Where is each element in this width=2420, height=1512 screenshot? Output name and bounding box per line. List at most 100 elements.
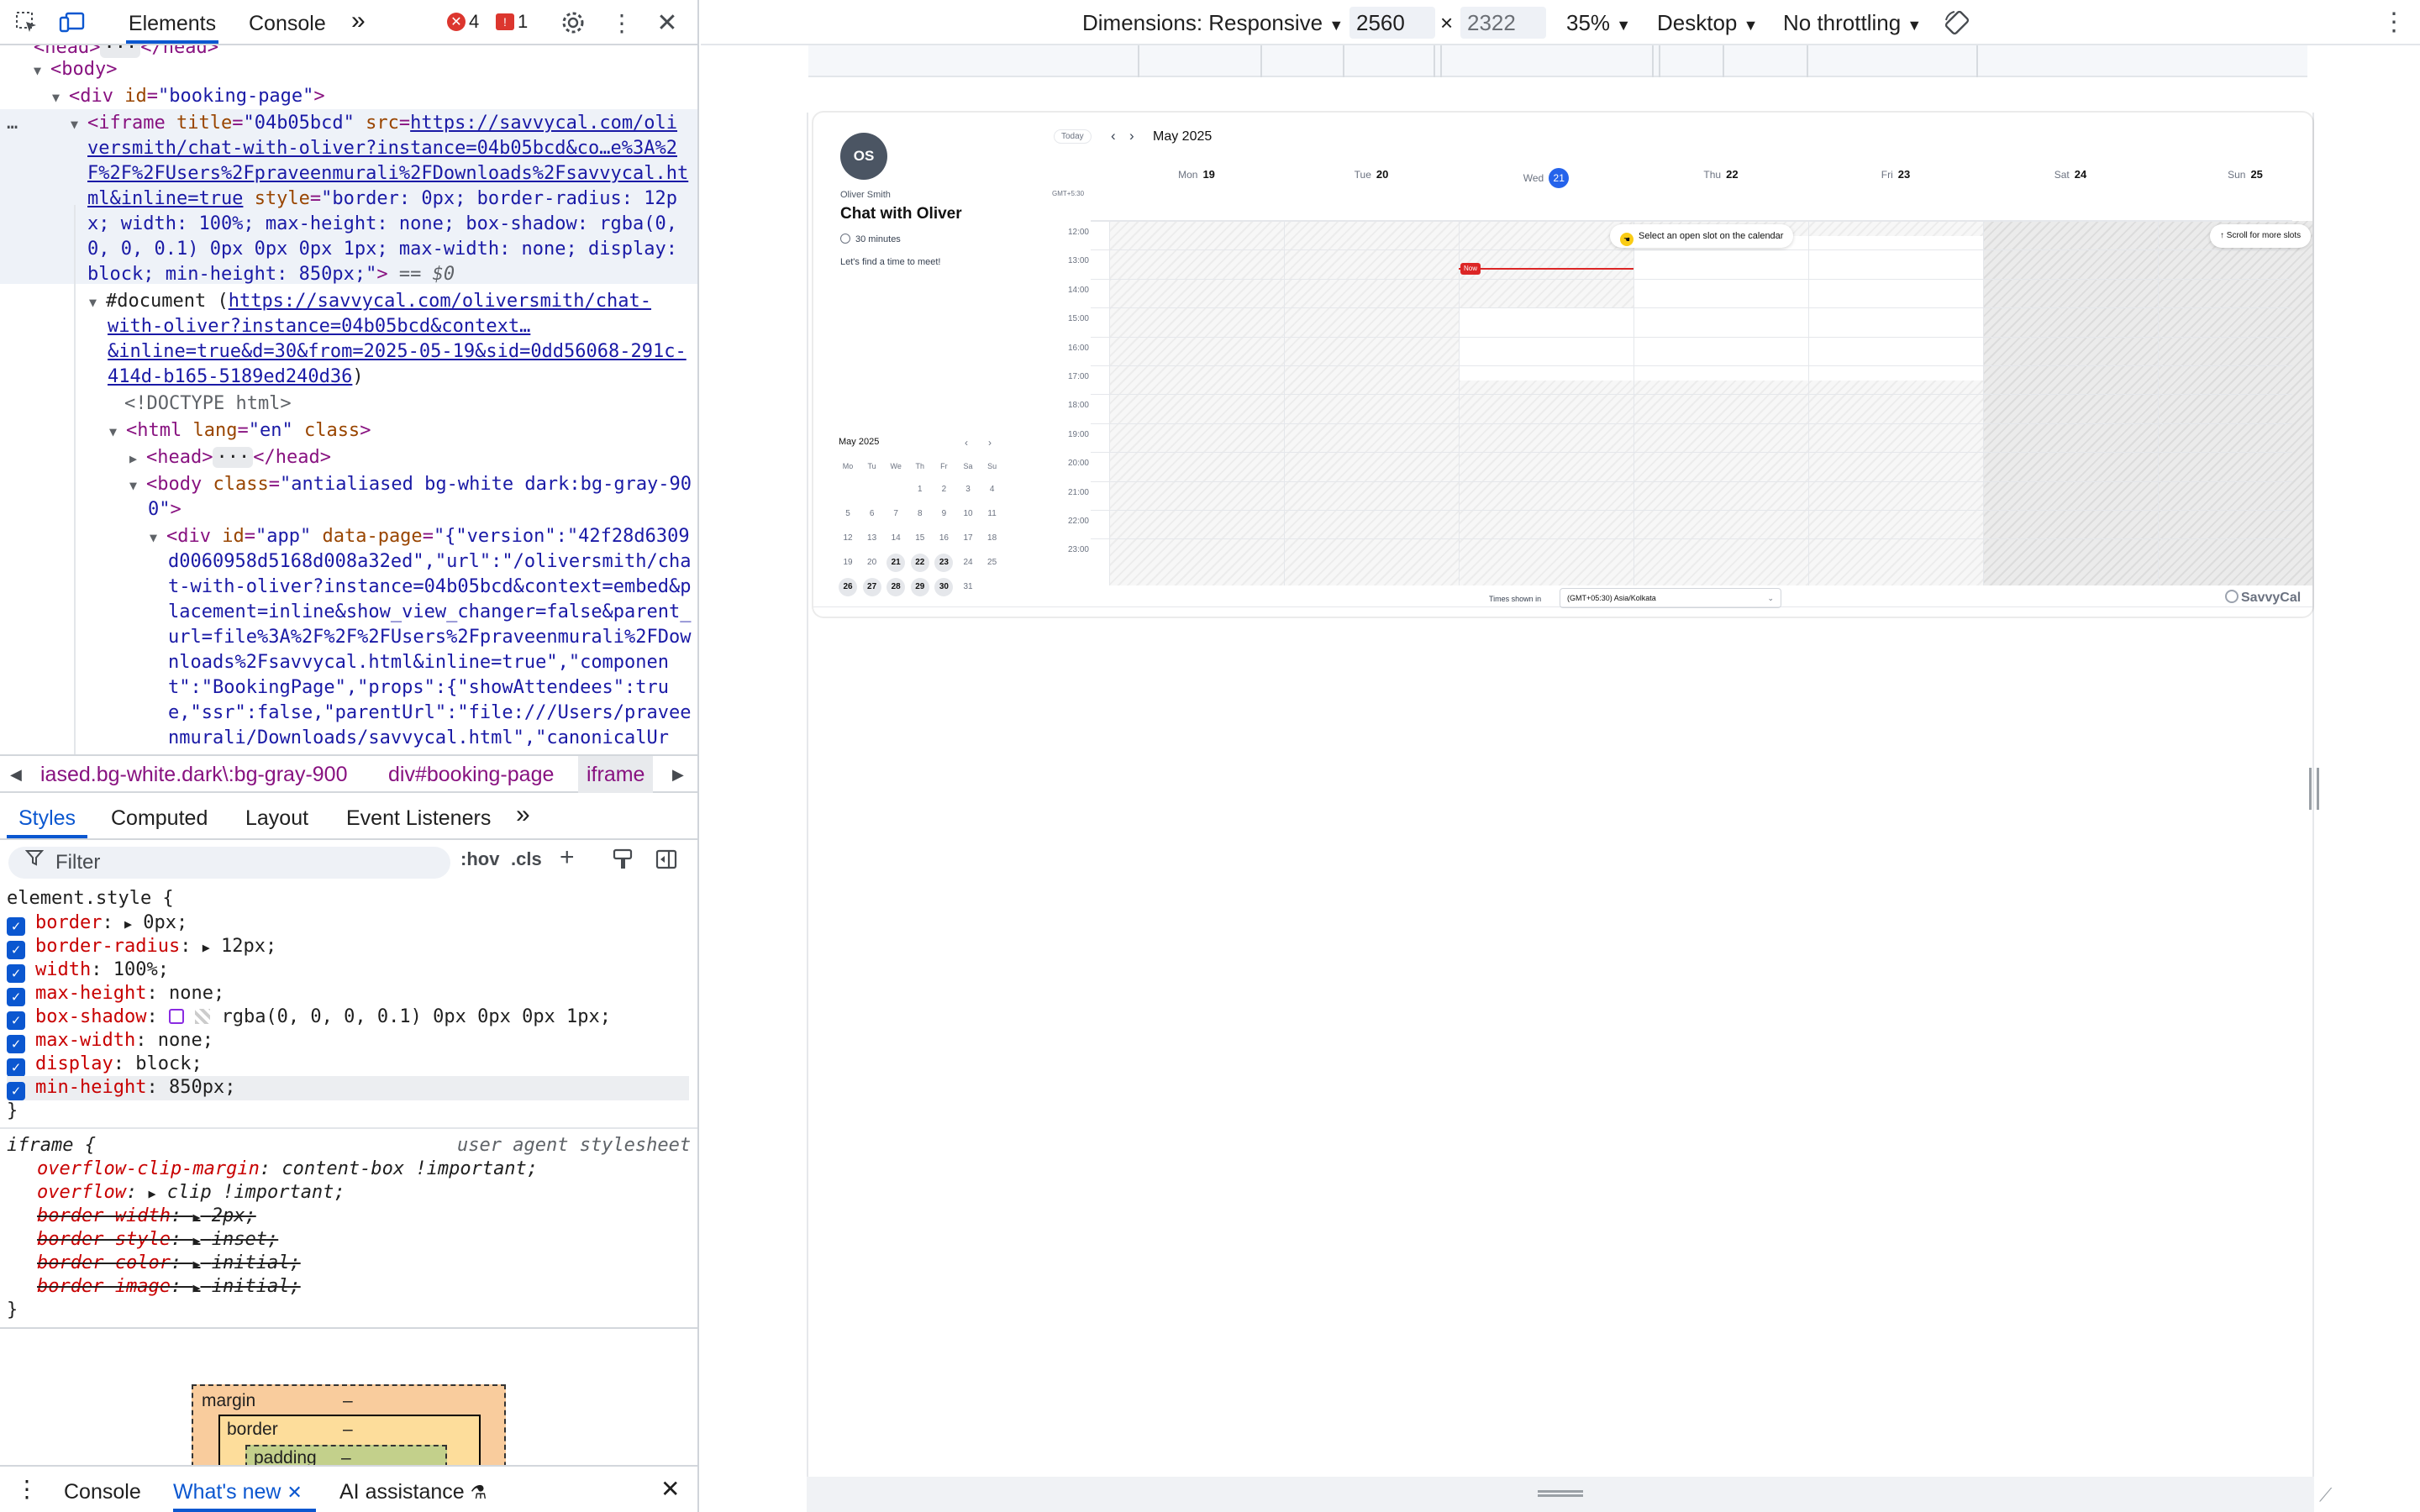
mini-day-26[interactable]: 26 bbox=[839, 578, 857, 596]
rotate-icon[interactable] bbox=[1943, 0, 1971, 45]
style-rule-border[interactable]: ✓ border: ▶ 0px; bbox=[7, 911, 187, 936]
calendar-grid[interactable]: 12:00 13:00 14:00 15:00 16:00 17:00 18:00 19:00… bbox=[1068, 220, 2312, 585]
style-rule-max-height[interactable]: ✓ max-height: none; bbox=[7, 982, 224, 1006]
rule-checkbox[interactable]: ✓ bbox=[7, 1082, 25, 1100]
viewport-width-input[interactable]: 2560 bbox=[1349, 7, 1435, 39]
mini-next-chevron-icon[interactable]: › bbox=[988, 437, 992, 449]
dom-node-html[interactable]: ▼ <html lang="en" class> bbox=[109, 418, 697, 444]
document-url-link-cont[interactable]: &inline=true&d=30&from=2025-05-19&sid=0d… bbox=[108, 341, 687, 362]
viewport-bottom-resize-handle[interactable] bbox=[1538, 1490, 1583, 1497]
mini-day-30[interactable]: 30 bbox=[934, 578, 954, 596]
style-rule-min-height[interactable]: ✓ min-height: 850px; bbox=[7, 1076, 689, 1100]
dom-node-app[interactable]: ▼ <div id="app" data-page="{"version":"42… bbox=[150, 524, 697, 550]
tab-computed[interactable]: Computed bbox=[111, 793, 208, 840]
expand-triangle-icon[interactable]: ▼ bbox=[89, 290, 106, 315]
mini-day-27[interactable]: 27 bbox=[862, 578, 881, 596]
device-mode-dropdown[interactable]: Desktop ▼ bbox=[1657, 0, 1758, 45]
dom-node-document[interactable]: ▼ #document (https://savvycal.com/olivers… bbox=[89, 289, 697, 315]
shadow-editor-icon[interactable] bbox=[168, 1009, 184, 1024]
dom-node-iframe[interactable]: ▼ <iframe title="04b05bcd" src=https://sa… bbox=[71, 111, 697, 137]
mini-day-22[interactable]: 22 bbox=[910, 554, 929, 572]
color-swatch-icon[interactable] bbox=[195, 1009, 211, 1024]
box-model-margin-value[interactable]: – bbox=[343, 1391, 353, 1411]
media-query-ruler[interactable] bbox=[808, 45, 2307, 77]
close-devtools-icon[interactable]: ✕ bbox=[652, 8, 682, 38]
expand-triangle-icon[interactable]: ▼ bbox=[34, 58, 50, 83]
tab-event-listeners[interactable]: Event Listeners bbox=[346, 793, 491, 840]
styles-filter-input[interactable]: Filter bbox=[8, 847, 450, 879]
more-style-tabs-chevron-icon[interactable]: » bbox=[516, 793, 530, 840]
style-rule-max-width[interactable]: ✓ max-width: none; bbox=[7, 1029, 213, 1053]
scroll-more-slots-button[interactable]: ↑ Scroll for more slots bbox=[2210, 224, 2312, 248]
crumb-scroll-right-icon[interactable]: ▶ bbox=[672, 756, 684, 793]
device-more-options-icon[interactable]: ⋮ bbox=[2381, 0, 2407, 45]
rule-checkbox[interactable]: ✓ bbox=[7, 1035, 25, 1053]
mini-day-28[interactable]: 28 bbox=[886, 578, 906, 596]
rule-checkbox[interactable]: ✓ bbox=[7, 1011, 25, 1030]
more-tabs-chevron-icon[interactable]: » bbox=[351, 0, 366, 45]
timezone-select[interactable]: (GMT+05:30) Asia/Kolkata ⌄ bbox=[1560, 588, 1781, 608]
mini-prev-chevron-icon[interactable]: ‹ bbox=[965, 437, 968, 449]
drawer-tab-console[interactable]: Console bbox=[64, 1467, 141, 1512]
iframe-src-link[interactable]: versmith/chat-with-oliver?instance=04b05… bbox=[87, 138, 677, 159]
box-model-border-value[interactable]: – bbox=[343, 1420, 353, 1440]
document-url-link-end[interactable]: 414d-b165-5189ed240d36 bbox=[108, 366, 352, 387]
breadcrumb-iframe[interactable]: iframe bbox=[578, 756, 654, 793]
today-button[interactable]: Today bbox=[1054, 129, 1092, 144]
crumb-scroll-left-icon[interactable]: ◀ bbox=[10, 756, 22, 793]
rule-checkbox[interactable]: ✓ bbox=[7, 941, 25, 959]
drawer-tab-ai-assistance[interactable]: AI assistance ⚗ bbox=[339, 1467, 487, 1512]
device-toolbar-icon[interactable] bbox=[57, 8, 87, 37]
collapse-triangle-icon[interactable]: ▶ bbox=[129, 446, 146, 471]
iframe-src-link-cont[interactable]: F%2F%2FUsers%2Fpraveenmurali%2FDownloads… bbox=[87, 163, 688, 184]
rule-checkbox[interactable]: ✓ bbox=[7, 964, 25, 983]
settings-gear-icon[interactable] bbox=[558, 8, 588, 37]
viewport-resize-handle[interactable] bbox=[2309, 768, 2319, 810]
zoom-dropdown[interactable]: 35% ▼ bbox=[1566, 0, 1631, 45]
rule-checkbox[interactable]: ✓ bbox=[7, 988, 25, 1006]
breadcrumb-booking-page[interactable]: div#booking-page bbox=[388, 756, 554, 793]
drawer-tab-whats-new[interactable]: What's new ✕ bbox=[173, 1467, 316, 1512]
document-url-link[interactable]: with-oliver?instance=04b05bcd&context… bbox=[108, 316, 530, 337]
close-tab-icon[interactable]: ✕ bbox=[287, 1482, 302, 1503]
style-rule-display[interactable]: ✓ display: block; bbox=[7, 1053, 203, 1077]
style-rule-box-shadow[interactable]: ✓ box-shadow: rgba(0, 0, 0, 0.1) 0px 0px … bbox=[7, 1005, 611, 1030]
tab-layout[interactable]: Layout bbox=[245, 793, 308, 840]
drawer-menu-kebab-icon[interactable]: ⋮ bbox=[15, 1467, 39, 1512]
tab-console[interactable]: Console bbox=[249, 0, 326, 45]
dom-node-booking-page[interactable]: ▼ <div id="booking-page"> bbox=[52, 84, 697, 110]
mini-day-21[interactable]: 21 bbox=[886, 554, 906, 572]
close-drawer-icon[interactable]: ✕ bbox=[660, 1467, 680, 1512]
iframe-src-link-end[interactable]: ml&inline=true bbox=[87, 188, 243, 209]
throttling-dropdown[interactable]: No throttling ▼ bbox=[1783, 0, 1922, 45]
paint-brush-icon[interactable] bbox=[612, 848, 634, 875]
expand-triangle-icon[interactable]: ▼ bbox=[129, 473, 146, 498]
dimensions-dropdown[interactable]: Dimensions: Responsive ▼ bbox=[1082, 0, 1344, 45]
expand-triangle-icon[interactable]: ▼ bbox=[52, 85, 69, 110]
prev-week-chevron-icon[interactable]: ‹ bbox=[1111, 128, 1116, 144]
viewport-height-input[interactable]: 2322 bbox=[1460, 7, 1546, 39]
expand-triangle-icon[interactable]: ▼ bbox=[150, 525, 166, 550]
dom-node-inner-head[interactable]: ▶ <head> ··· </head> bbox=[129, 445, 697, 471]
error-count-badge[interactable]: ✕ 4 bbox=[447, 10, 479, 34]
toggle-sidebar-icon[interactable] bbox=[655, 848, 677, 875]
tab-elements[interactable]: Elements bbox=[126, 0, 218, 44]
dom-node-body[interactable]: ▼ <body> bbox=[34, 57, 697, 83]
breadcrumb-body[interactable]: iased.bg-white.dark\:bg-gray-900 bbox=[40, 756, 347, 793]
next-week-chevron-icon[interactable]: › bbox=[1129, 128, 1134, 144]
mini-day-23[interactable]: 23 bbox=[934, 554, 954, 572]
mini-day-29[interactable]: 29 bbox=[910, 578, 929, 596]
dom-tree[interactable]: <head> ··· </head> ▼ <body> ▼ <div id="booki… bbox=[0, 45, 697, 754]
rule-checkbox[interactable]: ✓ bbox=[7, 917, 25, 936]
style-rule-border-radius[interactable]: ✓ border-radius: ▶ 12px; bbox=[7, 935, 276, 959]
corner-resize-icon[interactable]: ⟋ bbox=[2319, 1485, 2332, 1506]
tab-styles[interactable]: Styles bbox=[7, 793, 87, 838]
rule-checkbox[interactable]: ✓ bbox=[7, 1058, 25, 1077]
toggle-classes[interactable]: .cls bbox=[511, 848, 542, 870]
warning-count-badge[interactable]: ! 1 bbox=[496, 10, 528, 34]
dom-node-doctype[interactable]: <!DOCTYPE html> bbox=[124, 391, 697, 417]
expand-triangle-icon[interactable]: ▼ bbox=[71, 112, 87, 137]
more-options-kebab-icon[interactable]: ⋮ bbox=[607, 8, 637, 37]
toggle-hover-state[interactable]: :hov bbox=[460, 848, 499, 870]
savvycal-logo[interactable]: SavvyCal bbox=[2225, 590, 2301, 606]
